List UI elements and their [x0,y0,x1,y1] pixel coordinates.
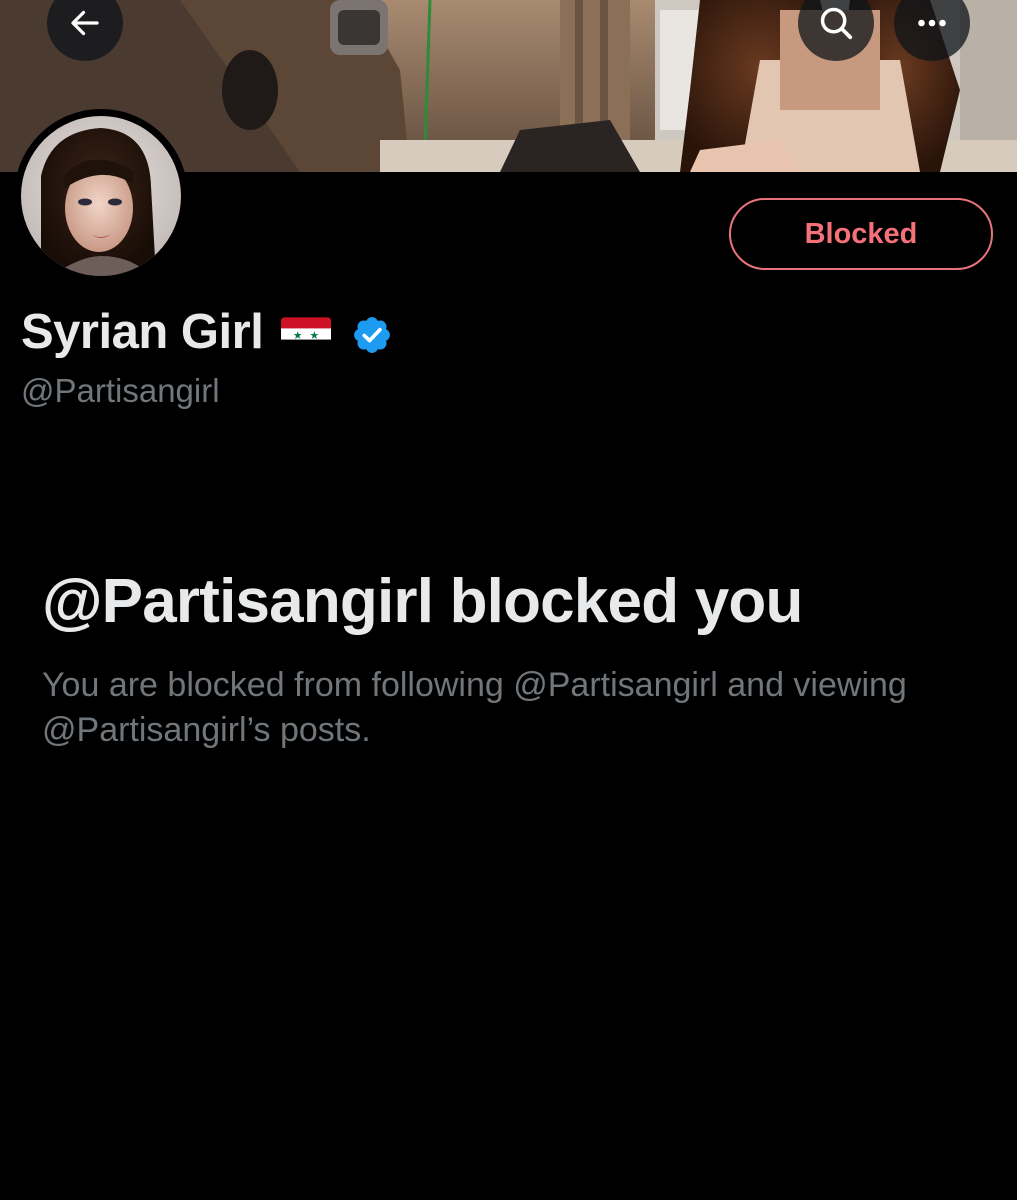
avatar-image [21,116,181,276]
arrow-left-icon [71,10,99,36]
avatar[interactable] [14,109,188,283]
verified-badge-icon[interactable] [351,314,393,356]
blocked-description: You are blocked from following @Partisan… [42,666,907,749]
syria-flag-icon [281,317,332,351]
display-name-row: Syrian Girl [21,300,393,364]
blocked-button[interactable]: Blocked [729,198,993,270]
search-icon [820,7,853,40]
display-name: Syrian Girl [21,305,264,359]
handle: @Partisangirl [21,372,220,409]
blocked-title: @Partisangirl blocked you [42,567,803,636]
more-horizontal-icon [918,19,946,27]
